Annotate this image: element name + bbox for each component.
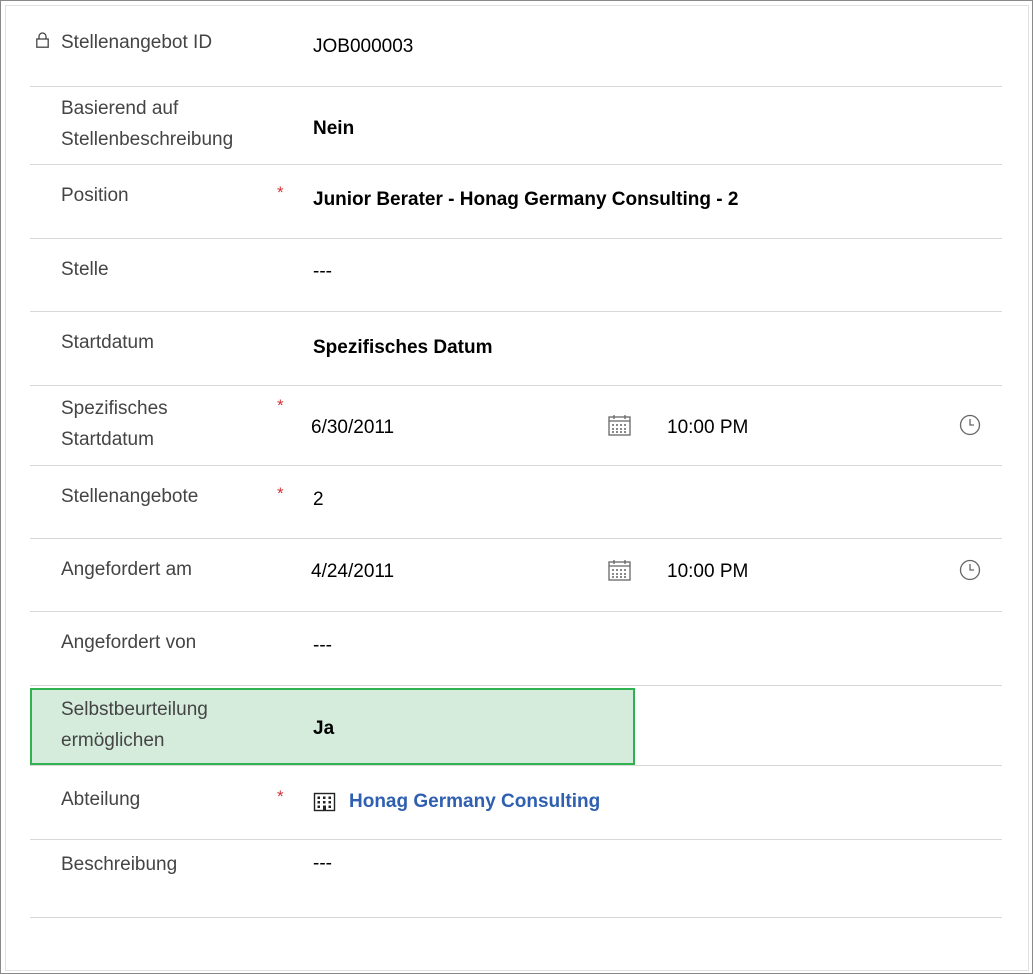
- field-label-line2: Stellenbeschreibung: [61, 129, 234, 150]
- field-row-specific-start-date: Spezifisches Startdatum * 6/30/2011 10:0…: [30, 386, 1002, 466]
- required-indicator: *: [277, 396, 284, 415]
- field-label: Angefordert von: [61, 632, 197, 653]
- field-row-job-openings: Stellenangebote * 2: [30, 466, 1002, 539]
- field-label: Beschreibung: [61, 854, 178, 875]
- time-field[interactable]: 10:00 PM: [667, 417, 748, 439]
- field-label: Position: [61, 185, 129, 206]
- field-label: Stellenangebot ID: [61, 32, 213, 53]
- field-value[interactable]: ---: [313, 853, 332, 875]
- field-row-position: Position * Junior Berater - Honag German…: [30, 165, 1002, 239]
- department-link[interactable]: Honag Germany Consulting: [349, 791, 600, 813]
- calendar-icon[interactable]: [608, 414, 631, 436]
- field-label: Startdatum: [61, 332, 154, 353]
- field-value[interactable]: Junior Berater - Honag Germany Consultin…: [313, 189, 738, 211]
- field-value[interactable]: JOB000003: [313, 36, 413, 58]
- time-field[interactable]: 10:00 PM: [667, 561, 748, 583]
- clock-icon[interactable]: [959, 559, 981, 581]
- lock-icon: [36, 32, 49, 48]
- field-row-start-date-type: Startdatum Spezifisches Datum: [30, 312, 1002, 386]
- field-label-line1: Spezifisches: [61, 398, 168, 419]
- calendar-icon[interactable]: [608, 559, 631, 581]
- field-row-job-id: Stellenangebot ID JOB000003: [30, 2, 1002, 87]
- clock-icon[interactable]: [959, 414, 981, 436]
- field-label: Abteilung: [61, 789, 141, 810]
- field-row-description: Beschreibung ---: [30, 840, 1002, 918]
- required-indicator: *: [277, 484, 284, 503]
- date-field[interactable]: 6/30/2011: [311, 417, 394, 439]
- required-indicator: *: [277, 787, 284, 806]
- field-value[interactable]: Spezifisches Datum: [313, 337, 493, 359]
- field-value[interactable]: ---: [313, 635, 332, 657]
- field-value[interactable]: Ja: [313, 718, 334, 740]
- field-label: Stellenangebote: [61, 486, 199, 507]
- field-row-requested-by: Angefordert von ---: [30, 612, 1002, 686]
- field-value[interactable]: Nein: [313, 118, 354, 140]
- field-row-based-on-description: Basierend auf Stellenbeschreibung Nein: [30, 86, 1002, 165]
- field-label-line2: Startdatum: [61, 429, 154, 450]
- required-indicator: *: [277, 183, 284, 202]
- field-row-requested-on: Angefordert am 4/24/2011 10:00 PM: [30, 539, 1002, 612]
- field-value[interactable]: 2: [313, 489, 324, 511]
- field-label-line1: Selbstbeurteilung: [61, 699, 208, 720]
- building-icon: [313, 792, 336, 812]
- field-row-stelle: Stelle ---: [30, 239, 1002, 312]
- date-field[interactable]: 4/24/2011: [311, 561, 394, 583]
- field-row-department: Abteilung * Honag Germany Consulting: [30, 766, 1002, 840]
- field-label-line2: ermöglichen: [61, 730, 165, 751]
- field-row-self-assessment: Selbstbeurteilung ermöglichen Ja: [30, 686, 1002, 766]
- field-label: Angefordert am: [61, 559, 192, 580]
- field-label: Stelle: [61, 259, 109, 280]
- field-label-line1: Basierend auf: [61, 98, 179, 119]
- field-value[interactable]: ---: [313, 261, 332, 283]
